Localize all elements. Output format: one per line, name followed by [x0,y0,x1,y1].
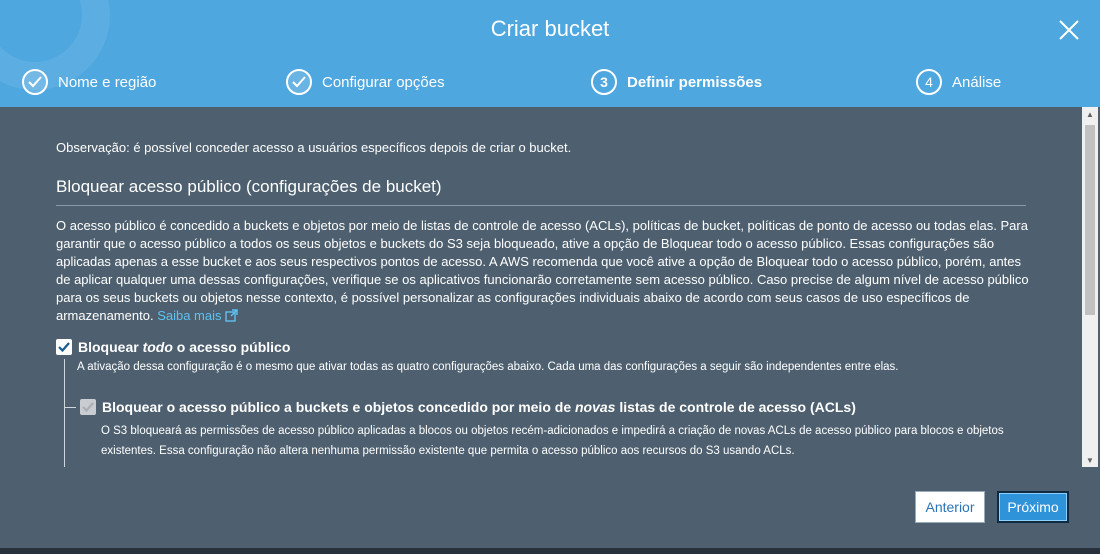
step-number: 4 [916,69,942,95]
block-all-help: A ativação dessa configuração é o mesmo … [77,361,899,373]
tree-branch [64,407,76,408]
dialog-header: Criar bucket Nome e região Configurar op… [0,0,1100,107]
dialog-title: Criar bucket [490,16,610,41]
next-button[interactable]: Próximo [997,491,1069,523]
checkmark-icon [82,402,94,412]
page-bottom-strip [0,548,1100,554]
block-new-acls-help: O S3 bloqueará as permissões de acesso p… [101,425,1004,457]
external-link-icon [224,309,238,322]
description-text: O acesso público é concedido a buckets e… [56,217,1031,325]
step-set-permissions: 3 Definir permissões [591,68,762,96]
section-title: Bloquear acesso público (configurações d… [56,177,442,196]
close-icon[interactable] [1058,19,1080,41]
section-divider [56,205,1026,206]
step-label: Nome e região [58,73,157,91]
block-new-acls-option[interactable]: Bloquear o acesso público a buckets e ob… [80,399,856,415]
check-icon [286,69,312,95]
learn-more-link[interactable]: Saiba mais [157,308,238,323]
step-number: 3 [591,69,617,95]
scroll-up-arrow-icon[interactable]: ▲ [1082,107,1098,121]
note-text: Observação: é possível conceder acesso a… [56,140,572,155]
block-all-label: Bloquear todo o acesso público [78,339,291,355]
block-new-acls-label: Bloquear o acesso público a buckets e ob… [102,399,856,415]
step-review: 4 Análise [916,68,1001,96]
check-icon [22,69,48,95]
create-bucket-dialog: Criar bucket Nome e região Configurar op… [0,0,1100,548]
step-configure-options[interactable]: Configurar opções [286,68,445,96]
scroll-down-arrow-icon[interactable]: ▼ [1082,453,1098,467]
previous-button[interactable]: Anterior [915,491,985,523]
step-name-region[interactable]: Nome e região [22,68,156,96]
block-all-public-access-option[interactable]: Bloquear todo o acesso público [56,339,290,355]
checkmark-icon [58,342,70,352]
dialog-content[interactable]: Observação: é possível conceder acesso a… [40,107,1080,467]
tree-line [64,359,65,467]
step-label: Configurar opções [322,73,445,91]
block-new-acls-checkbox[interactable] [80,399,96,415]
step-label: Definir permissões [627,73,763,91]
step-label: Análise [952,73,1002,91]
vertical-scrollbar[interactable]: ▲ ▼ [1082,107,1098,467]
scrollbar-thumb[interactable] [1085,125,1095,315]
block-all-checkbox[interactable] [56,339,72,355]
